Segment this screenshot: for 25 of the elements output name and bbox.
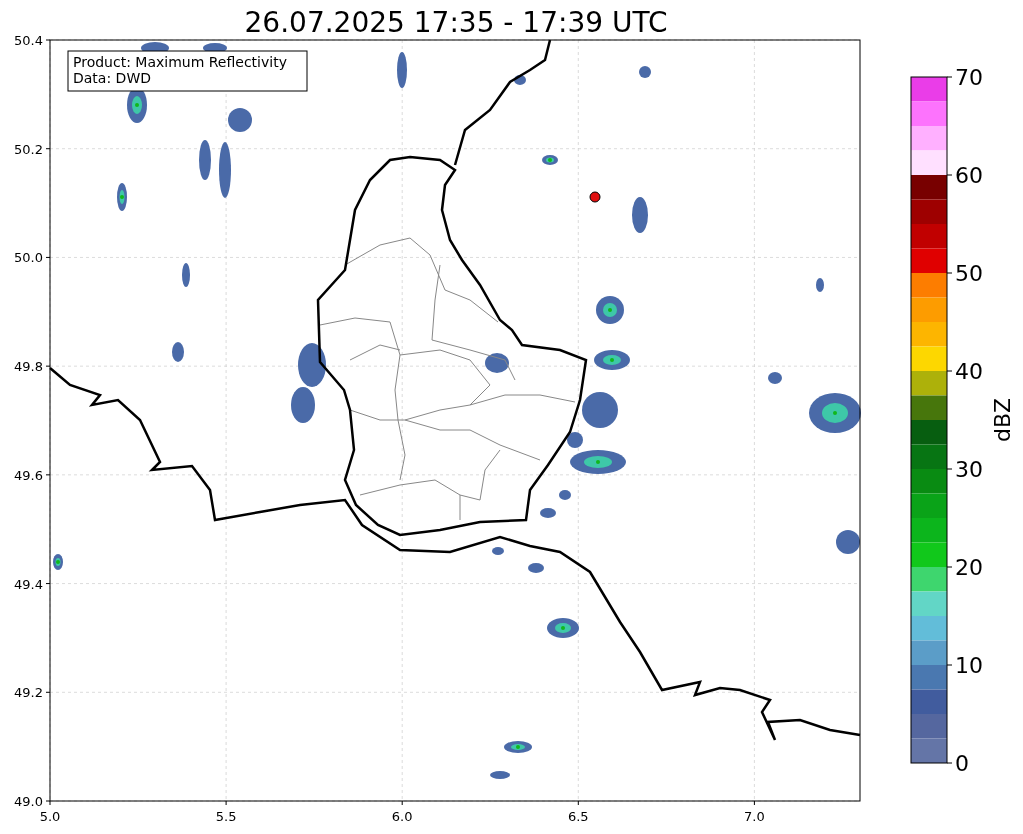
- y-tick-label: 49.8: [14, 359, 43, 375]
- x-tick-label: 5.5: [215, 809, 237, 824]
- colorbar-tick-label: 50: [955, 261, 983, 286]
- colorbar-tick-label: 0: [955, 751, 969, 776]
- x-tick-label: 6.5: [567, 809, 589, 824]
- colorbar-tick-label: 70: [955, 65, 983, 90]
- colorbar-tick-label: 20: [955, 555, 983, 580]
- colorbar-tick-label: 30: [955, 457, 983, 482]
- colorbar-tick-label: 10: [955, 653, 983, 678]
- legend-text: Data: DWD: [73, 70, 151, 86]
- y-tick-label: 50.4: [14, 33, 43, 48]
- colorbar-tick-label: 40: [955, 359, 983, 384]
- colorbar-tick-label: 60: [955, 163, 983, 188]
- y-tick-label: 49.4: [14, 576, 43, 592]
- legend-text: Product: Maximum Reflectivity: [73, 54, 287, 70]
- y-tick-label: 49.6: [14, 467, 43, 483]
- colorbar-label: dBZ: [990, 397, 1015, 443]
- x-tick-label: 6.0: [391, 809, 413, 824]
- x-tick-label: 7.0: [744, 809, 765, 824]
- x-tick-label: 5.0: [39, 809, 61, 824]
- y-tick-label: 50.2: [14, 141, 43, 157]
- y-tick-label: 49.0: [14, 794, 43, 809]
- chart-title: 26.07.2025 17:35 - 17:39 UTC: [244, 6, 668, 39]
- y-tick-label: 49.2: [14, 685, 43, 701]
- y-tick-label: 50.0: [14, 250, 43, 266]
